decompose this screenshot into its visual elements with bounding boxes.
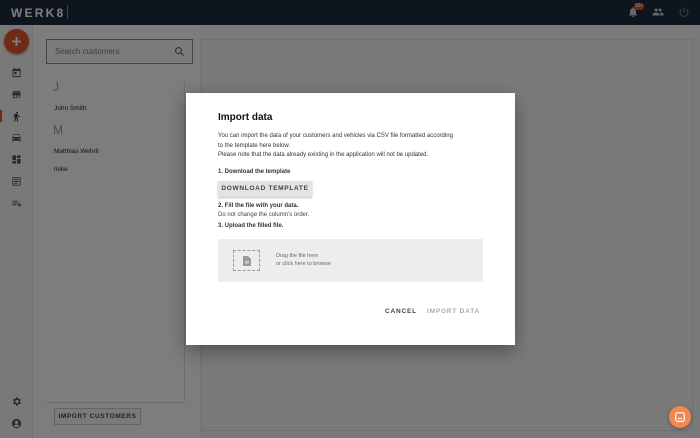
dialog-title: Import data <box>218 112 273 123</box>
dropzone-text: Drag the file here or click here to brow… <box>276 253 332 267</box>
cancel-button[interactable]: CANCEL <box>385 308 417 315</box>
step-2-note: Do not change the column's order. <box>218 212 310 218</box>
dialog-intro-text: You can import the data of your customer… <box>218 133 453 158</box>
file-drop-frame <box>233 250 260 271</box>
step-1-label: 1. Download the template <box>218 169 291 175</box>
file-dropzone[interactable]: Drag the file here or click here to brow… <box>218 239 483 282</box>
step-2-label: 2. Fill the file with your data. <box>218 203 299 209</box>
chat-button[interactable] <box>669 406 691 428</box>
download-template-button[interactable]: DOWNLOAD TEMPLATE <box>218 181 312 197</box>
chat-icon <box>675 412 685 422</box>
import-data-button[interactable]: IMPORT DATA <box>427 308 480 315</box>
step-3-label: 3. Upload the filled file. <box>218 223 284 229</box>
file-icon <box>243 256 251 266</box>
import-data-dialog: Import data You can import the data of y… <box>186 93 515 345</box>
